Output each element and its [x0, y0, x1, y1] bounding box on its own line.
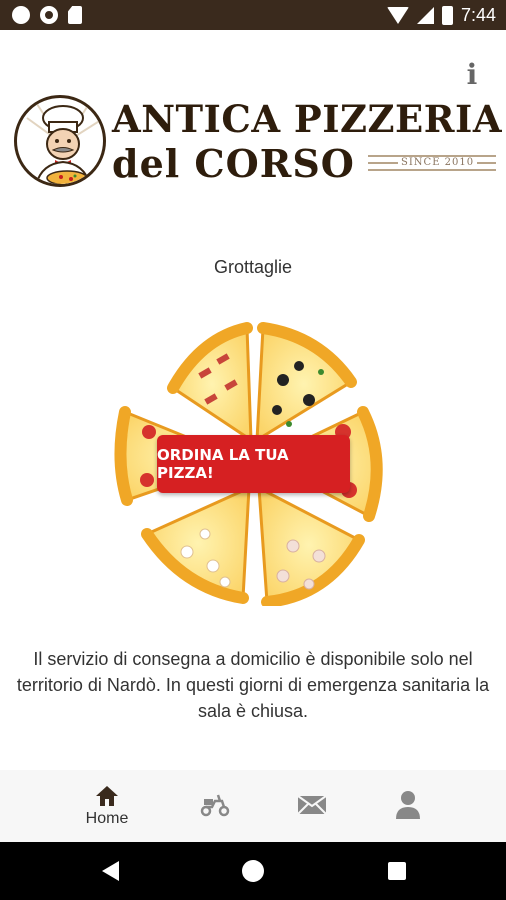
- nav-home-label: Home: [85, 810, 129, 827]
- wifi-icon: [386, 7, 409, 24]
- clock: 7:44: [460, 5, 496, 25]
- info-icon[interactable]: i: [462, 60, 482, 90]
- status-system: 7:44: [386, 5, 496, 26]
- nav-home[interactable]: Home: [67, 770, 147, 842]
- brand-name-line2: del CORSO: [112, 141, 355, 186]
- bottom-navigation: Home: [0, 770, 506, 842]
- status-bar: 7:44: [0, 0, 506, 30]
- notification-dot-icon: [12, 6, 30, 24]
- home-icon: [96, 786, 118, 806]
- system-navigation-bar: [0, 842, 506, 900]
- chef-badge-icon: [14, 95, 106, 187]
- recent-apps-icon[interactable]: [388, 862, 406, 880]
- scooter-icon: [200, 794, 230, 817]
- since-year: SINCE 2010: [398, 157, 478, 168]
- sd-card-icon: [68, 6, 82, 24]
- signal-icon: [416, 7, 434, 24]
- brand-name-line1: ANTICA PIZZERIA: [112, 97, 503, 141]
- notification-ring-icon: [40, 6, 58, 24]
- status-notifications: [12, 6, 82, 24]
- battery-icon: [441, 6, 453, 25]
- back-icon[interactable]: [102, 861, 119, 881]
- order-pizza-button[interactable]: ORDINA LA TUA PIZZA!: [157, 435, 350, 493]
- nav-delivery[interactable]: [175, 770, 255, 842]
- brand-logo: ANTICA PIZZERIA del CORSO SINCE 2010: [14, 95, 502, 190]
- home-circle-icon[interactable]: [242, 860, 264, 882]
- user-icon: [396, 791, 420, 819]
- nav-profile[interactable]: [368, 770, 448, 842]
- mail-icon: [297, 795, 327, 815]
- since-ribbon: SINCE 2010: [368, 153, 496, 173]
- delivery-notice: Il servizio di consegna a domicilio è di…: [16, 649, 490, 721]
- city-name: Grottaglie: [213, 257, 293, 277]
- nav-contact[interactable]: [272, 770, 352, 842]
